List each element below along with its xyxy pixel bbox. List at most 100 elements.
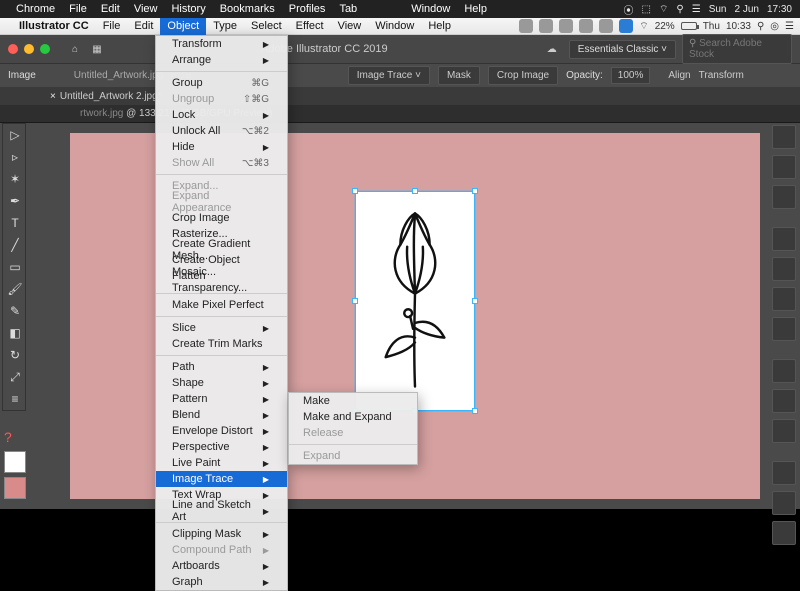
panel-icon[interactable] <box>772 257 796 281</box>
eraser-tool-icon[interactable]: ◧ <box>3 322 27 344</box>
sys-menu-chrome[interactable]: Chrome <box>16 3 55 15</box>
menu-item-perspective[interactable]: Perspective▶ <box>156 439 287 455</box>
pencil-tool-icon[interactable]: ✎ <box>3 300 27 322</box>
paintbrush-tool-icon[interactable]: 🖌 <box>3 278 27 300</box>
question-icon[interactable]: ? <box>4 429 30 445</box>
menu-item-transform[interactable]: Transform▶ <box>156 36 287 52</box>
sys-menu-history[interactable]: History <box>171 3 205 15</box>
scale-tool-icon[interactable]: ⤢ <box>3 366 27 388</box>
window-traffic-lights[interactable] <box>8 44 50 54</box>
menu-item-arrange[interactable]: Arrange▶ <box>156 52 287 68</box>
tray-icon[interactable] <box>539 19 553 33</box>
sys-menu-view[interactable]: View <box>134 3 158 15</box>
sys-menu-edit[interactable]: Edit <box>101 3 120 15</box>
fill-swatch[interactable] <box>4 451 26 473</box>
ai-menu-file[interactable]: File <box>96 18 128 35</box>
panel-icon[interactable] <box>772 521 796 545</box>
stroke-swatch[interactable] <box>4 477 26 499</box>
crop-image-button[interactable]: Crop Image <box>488 66 558 85</box>
document-tab[interactable]: Untitled_Artwork 2.jpg* <box>60 91 162 102</box>
panel-icon[interactable] <box>772 155 796 179</box>
battery-icon[interactable] <box>681 22 697 30</box>
siri-icon[interactable]: ◎ <box>770 21 779 32</box>
tray-icon[interactable] <box>559 19 573 33</box>
workspace-switcher[interactable]: Essentials Classic ˅ <box>569 40 676 59</box>
ai-menu-window[interactable]: Window <box>368 18 421 35</box>
menu-item-flatten-transparency-[interactable]: Flatten Transparency... <box>156 274 287 290</box>
selection-tool-icon[interactable]: ▷ <box>3 124 27 146</box>
mask-button[interactable]: Mask <box>438 66 480 85</box>
menu-item-slice[interactable]: Slice▶ <box>156 320 287 336</box>
menu-item-hide[interactable]: Hide▶ <box>156 139 287 155</box>
ai-menu-effect[interactable]: Effect <box>289 18 331 35</box>
spotlight-icon[interactable]: ⚲ <box>757 21 764 32</box>
tray-icon[interactable] <box>519 19 533 33</box>
menu-item-image-trace[interactable]: Image Trace▶ <box>156 471 287 487</box>
menu-item-live-paint[interactable]: Live Paint▶ <box>156 455 287 471</box>
sys-menu-tab[interactable]: Tab <box>339 3 357 15</box>
submenu-item-make-and-expand[interactable]: Make and Expand <box>289 409 417 425</box>
arrange-docs-icon[interactable]: ▦ <box>86 40 108 58</box>
ai-menu-help[interactable]: Help <box>421 18 458 35</box>
wifi-icon[interactable]: ⌔ <box>659 3 668 16</box>
spotlight-icon[interactable]: ⚲ <box>676 4 683 15</box>
submenu-item-make[interactable]: Make <box>289 393 417 409</box>
align-label[interactable]: Align <box>668 70 690 81</box>
transform-label[interactable]: Transform <box>699 70 744 81</box>
panel-icon[interactable] <box>772 359 796 383</box>
menu-item-envelope-distort[interactable]: Envelope Distort▶ <box>156 423 287 439</box>
menu-item-lock[interactable]: Lock▶ <box>156 107 287 123</box>
panel-icon[interactable] <box>772 389 796 413</box>
type-tool-icon[interactable]: T <box>3 212 27 234</box>
selected-image[interactable] <box>355 191 475 411</box>
tray-icon[interactable] <box>599 19 613 33</box>
panel-icon[interactable] <box>772 227 796 251</box>
menu-item-clipping-mask[interactable]: Clipping Mask▶ <box>156 526 287 542</box>
panel-icon[interactable] <box>772 491 796 515</box>
status-icon[interactable]: ⬚ <box>642 4 651 15</box>
ai-menu-object[interactable]: Object <box>160 18 206 35</box>
home-icon[interactable]: ⌂ <box>64 40 86 58</box>
sys-menu-file[interactable]: File <box>69 3 87 15</box>
menu-item-make-pixel-perfect[interactable]: Make Pixel Perfect <box>156 297 287 313</box>
ai-menu-select[interactable]: Select <box>244 18 289 35</box>
width-tool-icon[interactable]: ≡ <box>3 388 27 410</box>
menu-item-blend[interactable]: Blend▶ <box>156 407 287 423</box>
tray-icon[interactable] <box>579 19 593 33</box>
tray-icon[interactable] <box>619 19 633 33</box>
ai-menu-app[interactable]: Illustrator CC <box>12 18 96 35</box>
panel-icon[interactable] <box>772 185 796 209</box>
panel-icon[interactable] <box>772 419 796 443</box>
menu-item-line-and-sketch-art[interactable]: Line and Sketch Art▶ <box>156 503 287 519</box>
sys-menu-bookmarks[interactable]: Bookmarks <box>220 3 275 15</box>
magic-wand-tool-icon[interactable]: ✶ <box>3 168 27 190</box>
image-trace-button[interactable]: Image Trace ˅ <box>348 66 430 85</box>
cloud-icon[interactable]: ☁ <box>541 40 563 58</box>
ai-menu-type[interactable]: Type <box>206 18 244 35</box>
sys-menu-help[interactable]: Help <box>464 3 487 15</box>
line-tool-icon[interactable]: ╱ <box>3 234 27 256</box>
panel-icon[interactable] <box>772 287 796 311</box>
panel-icon[interactable] <box>772 125 796 149</box>
menu-item-graph[interactable]: Graph▶ <box>156 574 287 590</box>
panel-icon[interactable] <box>772 317 796 341</box>
sys-menu-window[interactable]: Window <box>411 3 450 15</box>
wifi-icon[interactable]: ⌔ <box>639 20 648 33</box>
ai-menu-edit[interactable]: Edit <box>127 18 160 35</box>
sys-menu-profiles[interactable]: Profiles <box>289 3 326 15</box>
pen-tool-icon[interactable]: ✒ <box>3 190 27 212</box>
panel-icon[interactable] <box>772 461 796 485</box>
menu-item-artboards[interactable]: Artboards▶ <box>156 558 287 574</box>
menu-item-shape[interactable]: Shape▶ <box>156 375 287 391</box>
direct-selection-tool-icon[interactable]: ▹ <box>3 146 27 168</box>
rectangle-tool-icon[interactable]: ▭ <box>3 256 27 278</box>
menu-item-path[interactable]: Path▶ <box>156 359 287 375</box>
menu-item-unlock-all[interactable]: Unlock All⌥⌘2 <box>156 123 287 139</box>
menu-item-create-trim-marks[interactable]: Create Trim Marks <box>156 336 287 352</box>
menu-icon[interactable]: ☰ <box>785 21 794 32</box>
menu-icon[interactable]: ☰ <box>692 4 701 15</box>
rotate-tool-icon[interactable]: ↻ <box>3 344 27 366</box>
menu-item-group[interactable]: Group⌘G <box>156 75 287 91</box>
ai-menu-view[interactable]: View <box>331 18 369 35</box>
menu-item-pattern[interactable]: Pattern▶ <box>156 391 287 407</box>
